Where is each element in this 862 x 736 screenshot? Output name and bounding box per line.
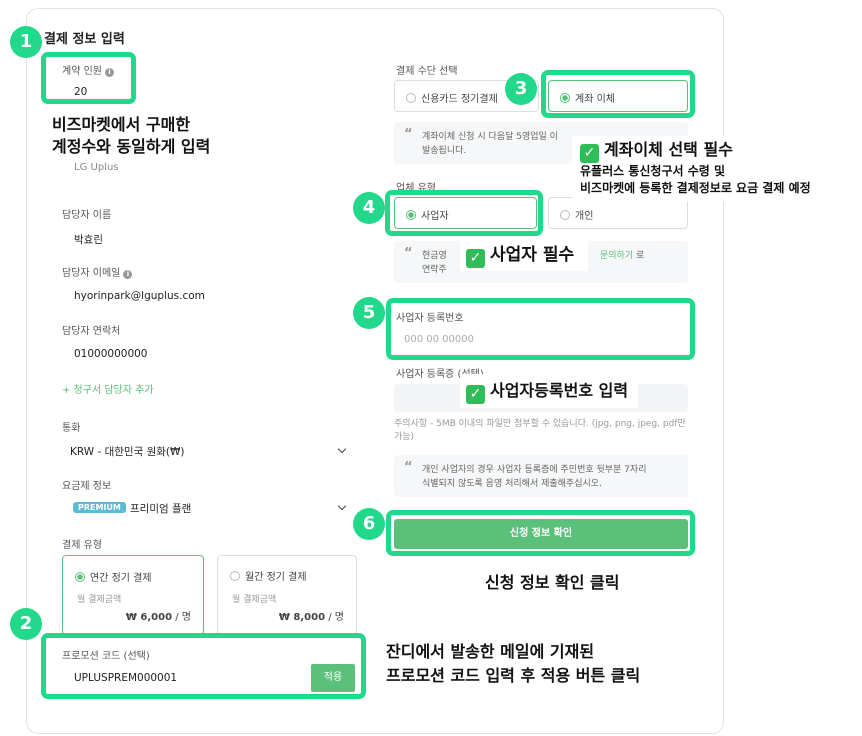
radio-selected-icon: [75, 572, 85, 582]
plan-select[interactable]: 프리미엄 플랜: [130, 501, 191, 516]
quote-icon: “: [404, 127, 413, 142]
manager-phone-input[interactable]: 01000000000: [74, 348, 148, 360]
check-icon: ✓: [580, 144, 599, 163]
add-billing-contact-link[interactable]: + 청구서 담당자 추가: [62, 381, 154, 396]
step-marker-5: 5: [353, 297, 385, 329]
upload-notice-line: 가능): [394, 432, 415, 442]
annotation-3-line: 비즈마켓에 등록한 결제정보로 요금 결제 예정: [580, 181, 811, 195]
billing-type-label: 결제 유형: [62, 540, 102, 551]
individual-radio[interactable]: 개인: [560, 207, 593, 222]
individual-notice-line: 개인 사업자의 경우 사업자 등록증에 주민번호 뒷부분 7자리: [422, 465, 647, 475]
highlight-box-3: [541, 70, 695, 118]
company-name-input[interactable]: LG Uplus: [74, 162, 119, 173]
monthly-price: ₩ 8,000 / 명: [278, 612, 344, 623]
card-payment-radio[interactable]: 신용카드 정기결제: [406, 90, 498, 105]
annotation-2-line: 프로모션 코드 입력 후 적용 버튼 클릭: [386, 666, 641, 685]
manager-name-label: 담당자 이름: [62, 210, 112, 221]
highlight-box-6: [386, 510, 695, 556]
monthly-billing-option[interactable]: 월간 정기 결제 월 결제금액 ₩ 8,000 / 명: [217, 555, 357, 635]
monthly-sub-label: 월 결제금액: [232, 595, 277, 605]
annotation-3: ✓ 계좌이체 선택 필수 유플러스 통신청구서 수령 및 비즈마켓에 등록한 결제…: [572, 136, 858, 202]
annotation-4: ✓ 사업자 필수: [460, 239, 589, 271]
step-marker-2: 2: [10, 608, 42, 640]
annual-sub-label: 월 결제금액: [77, 595, 122, 605]
annotation-3-line: 유플러스 통신청구서 수령 및: [580, 164, 726, 178]
radio-unselected-icon: [560, 210, 570, 220]
annotation-2: 잔디에서 발송한 메일에 기재된 프로모션 코드 입력 후 적용 버튼 클릭: [386, 640, 640, 688]
step-marker-4: 4: [353, 192, 385, 224]
step-marker-3: 3: [505, 73, 537, 105]
upload-notice: 주의사항 - 5MB 이내의 파일만 첨부할 수 있습니다. (jpg, png…: [394, 418, 686, 444]
highlight-box-1: [41, 52, 136, 104]
check-icon: ✓: [466, 249, 485, 268]
manager-name-input[interactable]: 박효린: [74, 232, 103, 247]
highlight-box-5: [386, 298, 695, 360]
currency-select[interactable]: KRW - 대한민국 원화(₩): [70, 444, 184, 459]
plan-label: 요금제 정보: [62, 481, 112, 492]
annotation-6: 신청 정보 확인 클릭: [485, 573, 620, 592]
upload-notice-line: 주의사항 - 5MB 이내의 파일만 첨부할 수 있습니다. (jpg, png…: [394, 419, 686, 429]
annotation-1-line: 비즈마켓에서 구매한: [52, 115, 191, 134]
manager-phone-label: 담당자 연락처: [62, 326, 121, 337]
step-marker-6: 6: [353, 508, 385, 540]
annotation-3-title: ✓ 계좌이체 선택 필수: [580, 139, 858, 163]
annotation-1-line: 계정수와 동일하게 입력: [52, 137, 211, 156]
premium-badge: PREMIUM: [73, 502, 126, 513]
highlight-box-2: [41, 633, 366, 699]
manager-email-label: 담당자 이메일 i: [62, 264, 133, 279]
annual-price: ₩ 6,000 / 명: [125, 612, 191, 623]
annotation-5: ✓ 사업자등록번호 입력: [460, 374, 639, 408]
individual-notice-line: 식별되지 않도록 음영 처리해서 제출해주십시오.: [422, 479, 602, 489]
annual-billing-option[interactable]: 연간 정기 결제 월 결제금액 ₩ 6,000 / 명: [62, 555, 204, 635]
step-marker-1: 1: [10, 26, 42, 58]
monthly-billing-radio[interactable]: 월간 정기 결제: [230, 568, 307, 583]
page-title: 결제 정보 입력: [44, 32, 125, 47]
annotation-2-line: 잔디에서 발송한 메일에 기재된: [386, 642, 595, 661]
radio-unselected-icon: [406, 93, 416, 103]
currency-label: 통화: [62, 423, 81, 434]
inquiry-link[interactable]: 문의하기: [600, 251, 633, 261]
payment-method-label: 결제 수단 선택: [396, 66, 458, 77]
info-icon: i: [123, 270, 133, 279]
radio-unselected-icon: [230, 571, 240, 581]
individual-notice: “ 개인 사업자의 경우 사업자 등록증에 주민번호 뒷부분 7자리 식별되지 …: [394, 455, 688, 497]
annual-billing-radio[interactable]: 연간 정기 결제: [75, 569, 152, 584]
manager-email-input[interactable]: hyorinpark@lguplus.com: [74, 290, 205, 302]
quote-icon: “: [404, 460, 413, 475]
highlight-box-4: [385, 190, 543, 236]
annotation-1: 비즈마켓에서 구매한 계정수와 동일하게 입력: [46, 114, 298, 160]
quote-icon: “: [404, 246, 413, 261]
check-icon: ✓: [466, 385, 485, 404]
